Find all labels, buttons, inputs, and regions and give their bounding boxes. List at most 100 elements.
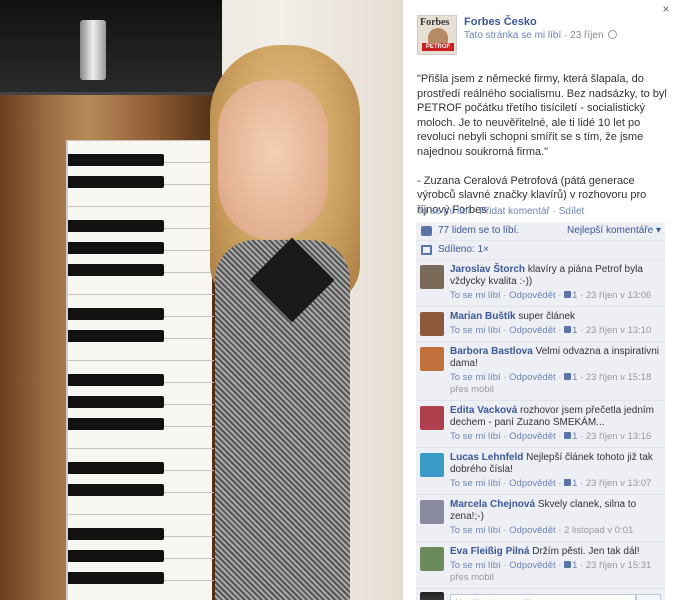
thumbs-up-icon: [421, 226, 432, 236]
post-date[interactable]: 23 říjen: [570, 30, 603, 41]
comment-reply-link[interactable]: Odpovědět: [509, 560, 555, 571]
post-actions: To se mi líbí · Přidat komentář · Sdílet: [417, 206, 585, 217]
comment-time[interactable]: 23 říjen v 13:06: [586, 290, 652, 301]
comment-reply-link[interactable]: Odpovědět: [509, 290, 555, 301]
commenter-name[interactable]: Eva Fleißig Pilná: [450, 546, 529, 557]
comment-like-link[interactable]: To se mi líbí: [450, 325, 501, 336]
commenter-name[interactable]: Edita Vacková: [450, 405, 517, 416]
black-key: [68, 484, 164, 496]
globe-icon: [608, 30, 618, 39]
page-avatar[interactable]: Forbes PETROF: [417, 15, 457, 55]
commenter-avatar[interactable]: [420, 312, 444, 336]
comment-reply-link[interactable]: Odpovědět: [509, 525, 555, 536]
commenter-name[interactable]: Lucas Lehnfeld: [450, 452, 523, 463]
likes-row: 77 lidem se to líbí. Nejlepší komentáře …: [416, 222, 665, 241]
comment-item: Marcela Chejnová Skvely clanek, silna to…: [416, 495, 665, 542]
commenter-avatar[interactable]: [420, 547, 444, 571]
black-key: [68, 264, 164, 276]
comment-item: Jaroslav Štorch klavíry a piána Petrof b…: [416, 260, 665, 307]
person-face: [218, 80, 328, 240]
shares-count-link[interactable]: Sdíleno: 1×: [438, 244, 489, 255]
commenter-avatar[interactable]: [420, 453, 444, 477]
comment-like-link[interactable]: To se mi líbí: [450, 431, 501, 442]
black-key: [68, 330, 164, 342]
comment-likes[interactable]: 1: [564, 560, 577, 571]
white-key-edge: [68, 140, 214, 141]
black-key: [68, 528, 164, 540]
feedback-box: 77 lidem se to líbí. Nejlepší komentáře …: [416, 222, 665, 600]
comment-likes[interactable]: 1: [564, 478, 577, 489]
comment-item: Eva Fleißig Pilná Držím pěsti. Jen tak d…: [416, 542, 665, 589]
likes-count-link[interactable]: 77 lidem se to líbí.: [438, 225, 519, 236]
black-key: [68, 462, 164, 474]
commenter-name[interactable]: Barbora Bastlova: [450, 346, 533, 357]
comment-time[interactable]: 23 říjen v 13:07: [586, 478, 652, 489]
thumbs-up-icon: [564, 479, 572, 486]
share-icon: [421, 245, 432, 255]
commenter-name[interactable]: Marian Buštík: [450, 311, 516, 322]
black-key: [68, 550, 164, 562]
share-button[interactable]: Sdílet: [559, 206, 585, 217]
comment-likes[interactable]: 1: [564, 431, 577, 442]
black-key: [68, 374, 164, 386]
comment-meta: To se mi líbí · Odpovědět · 2 listopad v…: [450, 525, 634, 536]
comment-likes[interactable]: 1: [564, 290, 577, 301]
thumbs-up-icon: [564, 432, 572, 439]
comment-sort-dropdown[interactable]: Nejlepší komentáře ▾: [567, 225, 661, 236]
comment-like-link[interactable]: To se mi líbí: [450, 560, 501, 571]
piano-keys: [66, 140, 214, 600]
commenter-avatar[interactable]: [420, 406, 444, 430]
piano-lid: [0, 0, 222, 95]
white-key-edge: [68, 448, 214, 449]
comment-like-link[interactable]: To se mi líbí: [450, 478, 501, 489]
commenter-avatar[interactable]: [420, 347, 444, 371]
close-icon[interactable]: ×: [659, 2, 673, 16]
comment-like-link[interactable]: To se mi líbí: [450, 290, 501, 301]
comment-meta: To se mi líbí · Odpovědět · 1 · 23 říjen…: [450, 325, 652, 336]
comment-reply-link[interactable]: Odpovědět: [509, 478, 555, 489]
black-key: [68, 154, 164, 166]
comment-time[interactable]: 23 říjen v 13:10: [586, 325, 652, 336]
comment-list: Jaroslav Štorch klavíry a piána Petrof b…: [416, 260, 665, 589]
post-text: "Přišla jsem z německé firmy, která šlap…: [417, 73, 667, 216]
comment-text: super článek: [518, 311, 576, 322]
commenter-name[interactable]: Jaroslav Štorch: [450, 264, 525, 275]
comment-likes[interactable]: 1: [564, 372, 577, 383]
comment-like-link[interactable]: To se mi líbí: [450, 372, 501, 383]
comment-time[interactable]: 23 říjen v 13:16: [586, 431, 652, 442]
comment-meta: To se mi líbí · Odpovědět · 1 · 23 říjen…: [450, 290, 652, 301]
white-key-edge: [68, 360, 214, 361]
comment-composer: [416, 589, 665, 600]
avatar-logo: Forbes: [420, 17, 450, 28]
white-key-edge: [68, 206, 214, 207]
black-key: [68, 418, 164, 430]
like-button[interactable]: To se mi líbí: [417, 206, 470, 217]
comment-item: Barbora Bastlova Velmi odvazna a inspira…: [416, 342, 665, 401]
black-key: [68, 396, 164, 408]
camera-button[interactable]: [636, 594, 661, 600]
comment-reply-link[interactable]: Odpovědět: [509, 325, 555, 336]
thumbs-up-icon: [564, 326, 572, 333]
comment-time[interactable]: 2 listopad v 0:01: [564, 525, 633, 536]
commenter-name[interactable]: Marcela Chejnová: [450, 499, 535, 510]
comment-button[interactable]: Přidat komentář: [479, 206, 550, 217]
shares-row: Sdíleno: 1×: [416, 241, 665, 260]
user-avatar: [420, 592, 444, 600]
comment-reply-link[interactable]: Odpovědět: [509, 372, 555, 383]
comment-like-link[interactable]: To se mi líbí: [450, 525, 501, 536]
comment-likes[interactable]: 1: [564, 325, 577, 336]
white-key-edge: [68, 514, 214, 515]
comment-item: Lucas Lehnfeld Nejlepší článek tohoto ji…: [416, 448, 665, 495]
page-subline: Tato stránka se mi líbí · 23 říjen: [464, 30, 618, 41]
black-key: [68, 242, 164, 254]
comment-reply-link[interactable]: Odpovědět: [509, 431, 555, 442]
page-like-link[interactable]: Tato stránka se mi líbí: [464, 30, 561, 41]
post-photo[interactable]: [0, 0, 403, 600]
comment-input[interactable]: [450, 594, 636, 600]
comment-item: Marian Buštík super článek To se mi líbí …: [416, 307, 665, 342]
avatar-band: PETROF: [422, 43, 454, 51]
white-key-edge: [68, 294, 214, 295]
commenter-avatar[interactable]: [420, 500, 444, 524]
page-name-link[interactable]: Forbes Česko: [464, 16, 537, 28]
commenter-avatar[interactable]: [420, 265, 444, 289]
